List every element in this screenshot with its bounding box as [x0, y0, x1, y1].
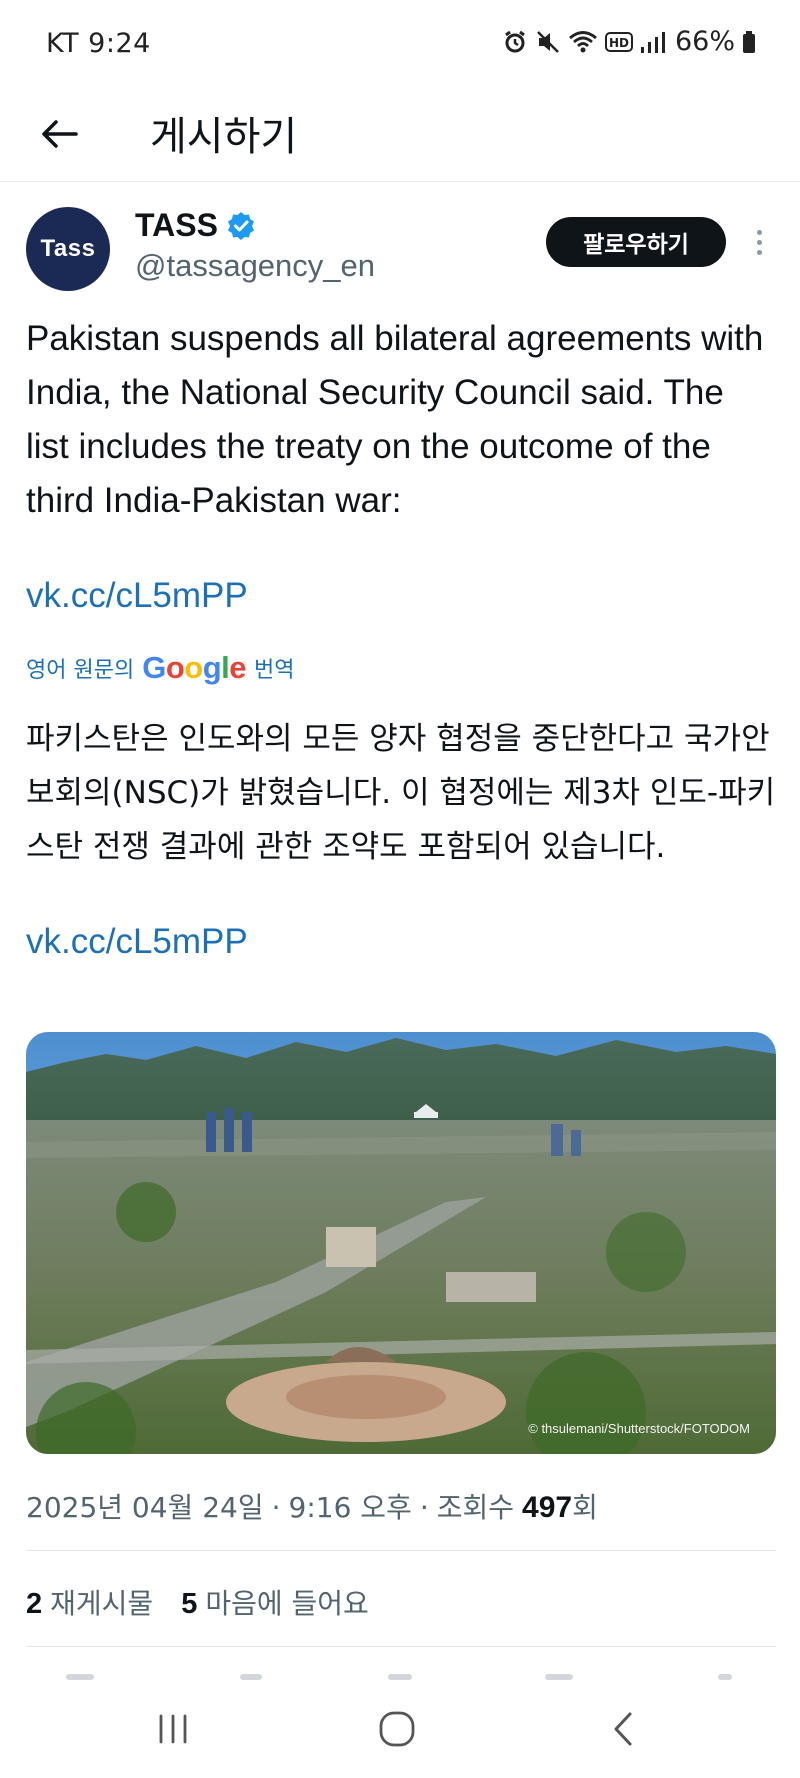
status-icons: HD 66% [502, 26, 756, 57]
nav-back-button[interactable] [583, 1694, 663, 1764]
system-nav-bar [0, 1680, 800, 1778]
battery-percent: 66% [674, 26, 735, 57]
tweet-link[interactable]: vk.cc/cL5mPP [26, 576, 248, 616]
avatar-logo-text: Tass [40, 235, 96, 262]
reposts-count: 2 [26, 1588, 43, 1620]
translated-link[interactable]: vk.cc/cL5mPP [26, 922, 248, 962]
meta-separator: · [271, 1491, 281, 1524]
google-logo: Google [142, 650, 247, 685]
svg-text:HD: HD [609, 36, 629, 50]
signal-icon [640, 31, 665, 53]
author-handle[interactable]: @tassagency_en [135, 248, 375, 284]
city-aerial-image [26, 1032, 776, 1454]
views-count: 497 [522, 1491, 573, 1524]
home-button[interactable] [357, 1694, 437, 1764]
tweet-text: Pakistan suspends all bilateral agreemen… [26, 319, 764, 520]
action-row [0, 1668, 800, 1680]
translated-text: 파키스탄은 인도와의 모든 양자 협정을 중단한다고 국가안보회의(NSC)가 … [26, 721, 776, 865]
verified-badge-icon [227, 211, 254, 240]
avatar[interactable]: Tass [26, 207, 110, 291]
back-button[interactable] [36, 110, 84, 158]
battery-icon [743, 30, 755, 53]
more-vertical-icon [756, 229, 762, 235]
more-options-button[interactable] [745, 222, 773, 262]
tweet-meta: 2025년 04월 24일 · 9:16 오후 · 조회수 497 회 [26, 1486, 598, 1526]
status-bar: KT 9:24 HD 66% [0, 0, 800, 92]
likes-label: 마음에 들어요 [205, 1587, 369, 1620]
tweet-stats: 2 재게시물 5 마음에 들어요 [26, 1582, 369, 1622]
tweet-photo[interactable]: © thsulemani/Shutterstock/FOTODOM [26, 1032, 776, 1454]
page-title: 게시하기 [150, 114, 298, 160]
likes-stat[interactable]: 5 마음에 들어요 [181, 1582, 369, 1622]
divider [26, 1550, 776, 1551]
home-icon [379, 1711, 415, 1747]
author-name: TASS [135, 207, 218, 243]
recents-icon [159, 1714, 187, 1744]
recents-button[interactable] [133, 1694, 213, 1764]
views-label: 조회수 [436, 1491, 515, 1524]
meta-separator: · [419, 1491, 429, 1524]
app-header: 게시하기 [0, 92, 800, 182]
nav-back-icon [614, 1712, 632, 1746]
translation-attribution[interactable]: 영어 원문의 Google 번역 [26, 650, 295, 686]
divider [26, 1646, 776, 1647]
views-suffix: 회 [572, 1491, 598, 1524]
reposts-label: 재게시물 [50, 1587, 154, 1620]
translate-suffix: 번역 [254, 658, 295, 683]
translate-prefix: 영어 원문의 [26, 658, 135, 683]
post-time: 9:16 오후 [288, 1491, 412, 1524]
wifi-icon [569, 30, 597, 52]
alarm-icon [505, 30, 525, 52]
reposts-stat[interactable]: 2 재게시물 [26, 1582, 153, 1622]
more-vertical-icon [756, 249, 762, 255]
likes-count: 5 [181, 1588, 198, 1620]
back-arrow-icon [42, 120, 78, 148]
follow-button[interactable]: 팔로우하기 [546, 217, 726, 267]
post-date: 2025년 04월 24일 [26, 1491, 264, 1524]
more-vertical-icon [756, 239, 762, 245]
carrier-time: KT 9:24 [46, 28, 151, 59]
mute-icon [537, 30, 559, 53]
photo-credit: © thsulemani/Shutterstock/FOTODOM [528, 1421, 750, 1436]
author-name-row[interactable]: TASS [135, 207, 256, 244]
hd-icon: HD [604, 31, 633, 52]
